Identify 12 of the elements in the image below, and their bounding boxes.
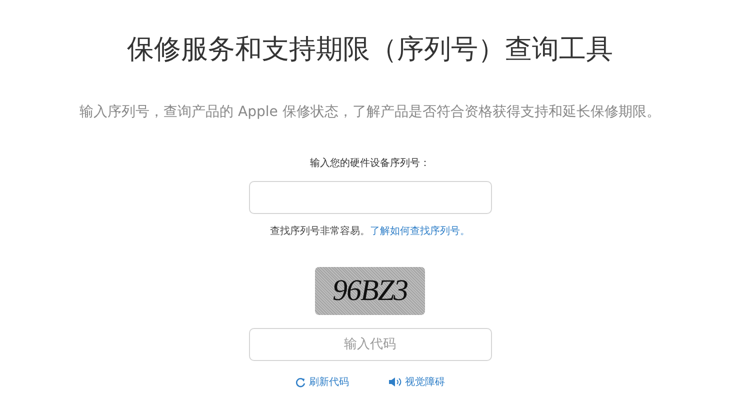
- audio-link[interactable]: 视觉障碍: [389, 375, 445, 390]
- page-title: 保修服务和支持期限（序列号）查询工具: [127, 33, 613, 67]
- refresh-icon: [295, 376, 306, 388]
- speaker-icon: [389, 377, 402, 388]
- serial-number-field[interactable]: [248, 181, 492, 214]
- hint-text: 查找序列号非常容易。了解如何查找序列号。: [270, 224, 470, 238]
- refresh-link[interactable]: 刷新代码: [295, 375, 349, 390]
- field-label: 输入您的硬件设备序列号：: [310, 156, 430, 170]
- code-field[interactable]: 输入代码: [248, 328, 492, 362]
- page-description: 输入序列号，查询产品的 Apple 保修状态，了解产品是否符合资格获得支持和延长保修期限。: [80, 103, 660, 122]
- captcha-image: 96BZ3: [315, 267, 425, 316]
- help-link[interactable]: 了解如何查找序列号。: [370, 226, 470, 238]
